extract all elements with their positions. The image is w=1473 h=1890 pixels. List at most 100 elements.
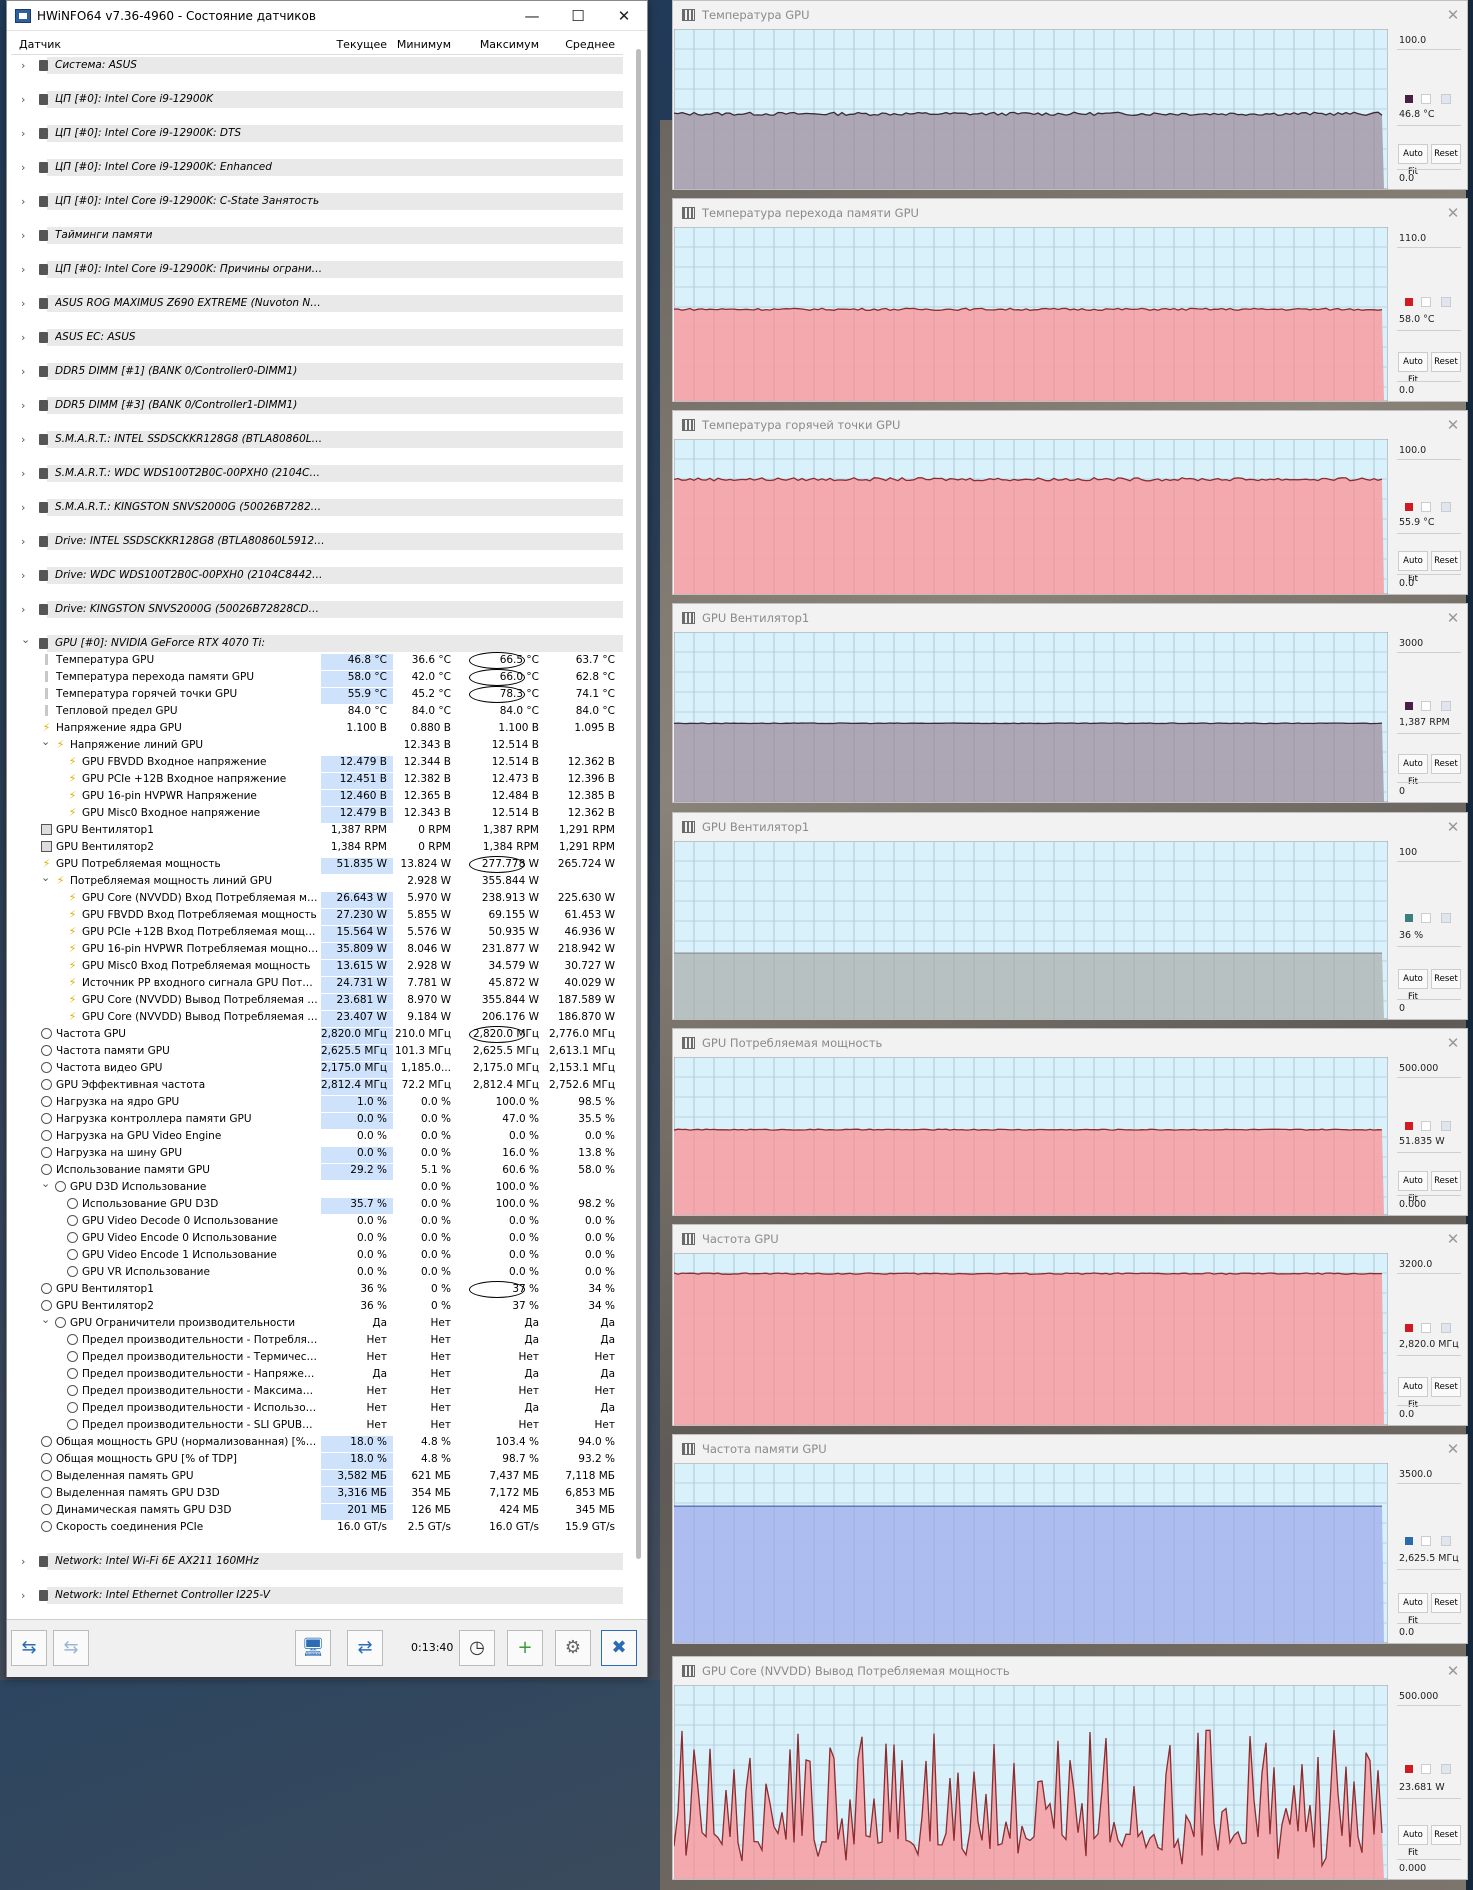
chevron-right-icon[interactable]: › [21, 229, 25, 242]
clock-icon[interactable]: ◷ [459, 1630, 495, 1666]
color-option-box[interactable] [1421, 502, 1431, 512]
sensor-row[interactable]: ⌄ GPU Ограничители производительности Да Не… [11, 1313, 623, 1332]
sensor-group-row[interactable]: › Система: ASUS [11, 57, 623, 91]
sensor-row[interactable]: GPU Video Decode 0 Использование 0.0 % 0.0… [11, 1213, 623, 1230]
sensor-row[interactable]: Общая мощность GPU [% of TDP] 18.0 % 4.8 %… [11, 1451, 623, 1469]
sensor-group-row[interactable]: › ЦП [#0]: Intel Core i9-12900K: DTS [11, 125, 623, 159]
sensor-row[interactable]: Частота GPU 2,820.0 МГц 210.0 МГц 2,820.0 М… [11, 1026, 623, 1044]
sensor-row[interactable]: ⌄ ⚡ Потребляемая мощность линий GPU 2.928 W… [11, 871, 623, 890]
close-icon[interactable]: ✕ [1439, 1034, 1467, 1052]
auto-fit-button[interactable]: Auto Fit [1398, 754, 1428, 787]
chevron-right-icon[interactable]: › [21, 263, 25, 276]
color-option-box[interactable] [1421, 913, 1431, 923]
sensor-row[interactable]: Нагрузка на шину GPU 0.0 % 0.0 % 16.0 % 13.8… [11, 1145, 623, 1163]
monitor-icon[interactable]: 🖥 [295, 1630, 331, 1666]
chevron-right-icon[interactable]: › [21, 365, 25, 378]
sensor-row[interactable]: ⚡ GPU PCIe +12В Вход Потребляемая мощност… [11, 924, 623, 942]
chevron-right-icon[interactable]: › [21, 1555, 25, 1568]
network-icon[interactable]: ⇄ [347, 1630, 383, 1666]
sensor-row[interactable]: Выделенная память GPU 3,582 МБ 621 МБ 7,437… [11, 1468, 623, 1486]
chart-panel[interactable]: Частота памяти GPU ✕ 3500.0 2,625.5 МГц Auto… [672, 1434, 1468, 1644]
chart-titlebar[interactable]: Температура перехода памяти GPU ✕ [673, 199, 1467, 227]
sensor-row[interactable]: Предел производительности - Использовани… [11, 1400, 623, 1417]
sensor-row[interactable]: Предел производительности - Потребляемая… [11, 1332, 623, 1349]
color-option-box[interactable] [1441, 1121, 1451, 1131]
sensor-row[interactable]: Частота памяти GPU 2,625.5 МГц 101.3 МГц 2,… [11, 1043, 623, 1061]
reset-button[interactable]: Reset [1431, 754, 1461, 774]
sensor-row[interactable]: Динамическая память GPU D3D 201 МБ 126 МБ 4… [11, 1502, 623, 1520]
reset-button[interactable]: Reset [1431, 1171, 1461, 1191]
close-button[interactable]: ✕ [601, 7, 647, 25]
sensor-group-row[interactable]: › DDR5 DIMM [#3] (BANK 0/Controller1-DIMM… [11, 397, 623, 431]
auto-fit-button[interactable]: Auto Fit [1398, 551, 1428, 584]
color-option-box[interactable] [1421, 1536, 1431, 1546]
chart-panel[interactable]: GPU Потребляемая мощность ✕ 500.000 51.835 … [672, 1028, 1468, 1216]
chevron-down-icon[interactable]: ⌄ [41, 1177, 50, 1190]
sensor-row[interactable]: Нагрузка контроллера памяти GPU 0.0 % 0.0 … [11, 1111, 623, 1129]
sensor-row[interactable]: ⚡ Источник PP входного сигнала GPU Потреб… [11, 975, 623, 993]
series-color-swatch[interactable] [1405, 95, 1413, 103]
sensor-row[interactable]: ⌄ ⚡ Напряжение линий GPU 12.343 В 12.514 В [11, 735, 623, 754]
sensor-row[interactable]: Предел производительности - Термический Н… [11, 1349, 623, 1366]
sensor-group-row[interactable]: › ЦП [#0]: Intel Core i9-12900K: Enhanced [11, 159, 623, 193]
close-icon[interactable]: ✕ [1439, 204, 1467, 222]
chevron-right-icon[interactable]: › [21, 127, 25, 140]
series-color-swatch[interactable] [1405, 298, 1413, 306]
series-color-swatch[interactable] [1405, 1765, 1413, 1773]
sensor-row[interactable]: Предел производительности - Максимальное… [11, 1383, 623, 1400]
sensor-row[interactable]: ⚡ GPU Misc0 Входное напряжение 12.479 В 12.… [11, 805, 623, 823]
gpu-group-row[interactable]: ⌄ GPU [#0]: NVIDIA GeForce RTX 4070 Ti: [11, 633, 623, 652]
chart-titlebar[interactable]: GPU Потребляемая мощность ✕ [673, 1029, 1467, 1057]
chart-panel[interactable]: GPU Core (NVVDD) Вывод Потребляемая мощн… [672, 1656, 1468, 1880]
sensor-group-row[interactable]: › ЦП [#0]: Intel Core i9-12900K [11, 91, 623, 125]
sensor-row[interactable]: GPU Вентилятор1 36 % 0 % 37 % 34 % [11, 1281, 623, 1298]
sensor-row[interactable]: GPU Вентилятор1 1,387 RPM 0 RPM 1,387 RPM 1,… [11, 822, 623, 839]
chart-titlebar[interactable]: GPU Core (NVVDD) Вывод Потребляемая мощн… [673, 1657, 1467, 1685]
chevron-right-icon[interactable]: › [21, 501, 25, 514]
sensor-group-row[interactable]: › Drive: INTEL SSDSCKKR128G8 (BTLA80860L5… [11, 533, 623, 567]
sensor-group-row[interactable]: › Тайминги памяти [11, 227, 623, 261]
sensor-group-row[interactable]: › Network: Intel Wi-Fi 6E AX211 160MHz [11, 1553, 623, 1587]
chart-titlebar[interactable]: Частота GPU ✕ [673, 1225, 1467, 1253]
column-avg[interactable]: Среднее [545, 35, 621, 54]
reset-button[interactable]: Reset [1431, 144, 1461, 164]
chart-titlebar[interactable]: GPU Вентилятор1 ✕ [673, 604, 1467, 632]
chart-panel[interactable]: Температура GPU ✕ 100.0 46.8 °C Auto Fit Rese… [672, 0, 1468, 190]
close-icon[interactable]: ✕ [1439, 818, 1467, 836]
sensor-row[interactable]: Использование GPU D3D 35.7 % 0.0 % 100.0 % 9… [11, 1196, 623, 1214]
color-option-box[interactable] [1441, 1323, 1451, 1333]
sensor-row[interactable]: GPU Video Encode 0 Использование 0.0 % 0.0… [11, 1230, 623, 1247]
settings-gear-icon[interactable]: ⚙ [555, 1630, 591, 1666]
sensor-row[interactable]: GPU VR Использование 0.0 % 0.0 % 0.0 % 0.0 % [11, 1264, 623, 1281]
chevron-right-icon[interactable]: › [21, 399, 25, 412]
sensor-row[interactable]: ⚡ GPU 16-pin HVPWR Напряжение 12.460 В 12.3… [11, 788, 623, 806]
sensor-row[interactable]: ⚡ GPU Misc0 Вход Потребляемая мощность 13.… [11, 958, 623, 976]
series-color-swatch[interactable] [1405, 702, 1413, 710]
color-option-box[interactable] [1421, 701, 1431, 711]
series-color-swatch[interactable] [1405, 914, 1413, 922]
chevron-right-icon[interactable]: › [21, 603, 25, 616]
chart-panel[interactable]: Температура перехода памяти GPU ✕ 110.0 58.… [672, 198, 1468, 402]
sensor-row[interactable]: Общая мощность GPU (нормализованная) [% … [11, 1434, 623, 1452]
sensor-row[interactable]: ⚡ GPU FBVDD Вход Потребляемая мощность 27.… [11, 907, 623, 925]
reset-button[interactable]: Reset [1431, 352, 1461, 372]
sensor-row[interactable]: Температура GPU 46.8 °C 36.6 °C 66.5 °C 63.7… [11, 652, 623, 670]
auto-fit-button[interactable]: Auto Fit [1398, 1593, 1428, 1626]
sensor-group-row[interactable]: › ЦП [#0]: Intel Core i9-12900K: Причины … [11, 261, 623, 295]
series-color-swatch[interactable] [1405, 1324, 1413, 1332]
auto-fit-button[interactable]: Auto Fit [1398, 1171, 1428, 1204]
color-option-box[interactable] [1441, 1764, 1451, 1774]
chart-titlebar[interactable]: GPU Вентилятор1 ✕ [673, 813, 1467, 841]
color-option-box[interactable] [1441, 913, 1451, 923]
chevron-right-icon[interactable]: › [21, 93, 25, 106]
scrollbar-thumb[interactable] [636, 49, 641, 1559]
minimize-button[interactable]: — [509, 7, 555, 25]
chevron-right-icon[interactable]: › [21, 59, 25, 72]
reset-button[interactable]: Reset [1431, 1593, 1461, 1613]
color-option-box[interactable] [1421, 94, 1431, 104]
chart-titlebar[interactable]: Температура GPU ✕ [673, 1, 1467, 29]
sensor-group-row[interactable]: › S.M.A.R.T.: WDC WDS100T2B0C-00PXH0 (210… [11, 465, 623, 499]
color-option-box[interactable] [1441, 502, 1451, 512]
auto-fit-button[interactable]: Auto Fit [1398, 144, 1428, 177]
sensor-row[interactable]: Использование памяти GPU 29.2 % 5.1 % 60.6 … [11, 1162, 623, 1180]
